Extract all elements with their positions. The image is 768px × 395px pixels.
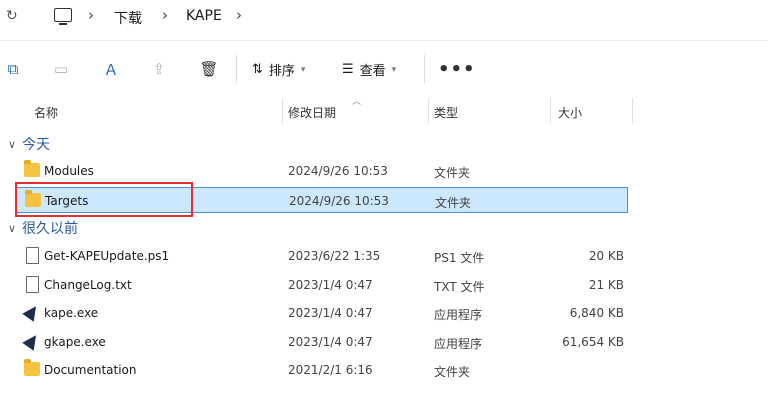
file-name: Modules: [44, 164, 94, 178]
file-name: ChangeLog.txt: [44, 278, 132, 292]
file-date: 2023/1/4 0:47: [288, 335, 373, 349]
column-header-size[interactable]: 大小: [558, 104, 582, 121]
this-pc-icon[interactable]: [54, 8, 72, 25]
chevron-right-icon[interactable]: ›: [88, 6, 94, 24]
file-size: 6,840 KB: [569, 306, 624, 320]
address-bar: ↻ › 下载 › KAPE ›: [0, 0, 768, 36]
sort-button[interactable]: ⇅ 排序 ▾: [252, 60, 305, 79]
paste-icon[interactable]: ▭: [52, 60, 70, 78]
file-type: PS1 文件: [434, 251, 485, 265]
file-row-get-kapeupdate[interactable]: Get-KAPEUpdate.ps1 2023/6/22 1:35 PS1 文件…: [16, 243, 628, 269]
file-size: 20 KB: [588, 249, 624, 263]
view-label: 查看: [359, 64, 386, 79]
chevron-right-icon[interactable]: ›: [236, 6, 242, 24]
file-type: 应用程序: [434, 337, 483, 351]
file-row-modules[interactable]: Modules 2024/9/26 10:53 文件夹: [16, 158, 628, 184]
file-icon: [26, 247, 39, 264]
folder-icon: [24, 359, 40, 376]
toolbar-divider: [424, 55, 425, 83]
group-header-long-ago[interactable]: ∨ 很久以前: [8, 218, 78, 238]
file-icon: [26, 276, 39, 293]
refresh-icon[interactable]: ↻: [6, 8, 18, 24]
sort-indicator-icon: ︿: [352, 97, 362, 107]
column-header-row: 名称 ︿ 修改日期 类型 大小: [0, 97, 768, 124]
column-divider[interactable]: [632, 98, 633, 124]
group-header-today[interactable]: ∨ 今天: [8, 134, 50, 154]
file-row-changelog[interactable]: ChangeLog.txt 2023/1/4 0:47 TXT 文件 21 KB: [16, 272, 628, 298]
sort-label: 排序: [268, 64, 295, 79]
more-options-button[interactable]: •••: [438, 59, 476, 80]
breadcrumb-kape[interactable]: KAPE: [186, 8, 222, 24]
file-date: 2023/1/4 0:47: [288, 306, 373, 320]
app-icon: [22, 331, 42, 351]
file-row-kape-exe[interactable]: kape.exe 2023/1/4 0:47 应用程序 6,840 KB: [16, 300, 628, 326]
file-date: 2023/6/22 1:35: [288, 249, 381, 263]
file-type: 文件夹: [434, 166, 471, 180]
group-label: 今天: [22, 137, 51, 153]
share-icon[interactable]: ⇪: [150, 60, 168, 78]
column-divider[interactable]: [428, 98, 429, 124]
file-type: 文件夹: [434, 365, 471, 379]
file-size: 61,654 KB: [562, 335, 624, 349]
file-size: 21 KB: [588, 278, 624, 292]
file-date: 2021/2/1 6:16: [288, 363, 373, 377]
file-date: 2024/9/26 10:53: [288, 164, 388, 178]
command-bar: ⧉ ▭ Ａ ⇪ 🗑 ⇅ 排序 ▾ ☰ 查看 ▾ •••: [0, 40, 768, 97]
toolbar-divider: [236, 55, 237, 83]
group-label: 很久以前: [22, 221, 79, 237]
file-row-gkape-exe[interactable]: gkape.exe 2023/1/4 0:47 应用程序 61,654 KB: [16, 329, 628, 355]
breadcrumb-downloads[interactable]: 下载: [114, 8, 142, 28]
column-divider[interactable]: [550, 98, 551, 124]
chevron-down-icon: ▾: [300, 64, 306, 75]
file-name: gkape.exe: [44, 335, 106, 349]
file-name: Documentation: [44, 363, 137, 377]
delete-icon[interactable]: 🗑: [199, 60, 218, 78]
column-header-type[interactable]: 类型: [434, 104, 458, 121]
sort-icon: ⇅: [252, 62, 263, 77]
column-divider[interactable]: [282, 98, 283, 124]
file-type: TXT 文件: [434, 280, 485, 294]
chevron-down-icon: ∨: [8, 137, 17, 151]
file-date: 2023/1/4 0:47: [288, 278, 373, 292]
chevron-right-icon[interactable]: ›: [162, 6, 168, 24]
folder-icon: [24, 160, 40, 177]
view-button[interactable]: ☰ 查看 ▾: [342, 60, 396, 79]
file-type: 应用程序: [434, 308, 483, 322]
file-name: kape.exe: [44, 306, 99, 320]
file-row-documentation[interactable]: Documentation 2021/2/1 6:16 文件夹: [16, 357, 628, 383]
column-header-date[interactable]: 修改日期: [288, 104, 336, 121]
view-icon: ☰: [342, 62, 354, 77]
file-date: 2024/9/26 10:53: [289, 194, 389, 208]
file-name: Get-KAPEUpdate.ps1: [44, 249, 170, 263]
column-header-name[interactable]: 名称: [34, 104, 58, 121]
chevron-down-icon: ∨: [8, 221, 17, 235]
copy-icon[interactable]: ⧉: [4, 60, 22, 78]
annotation-highlight-box: [15, 182, 193, 217]
rename-icon[interactable]: Ａ: [102, 60, 120, 79]
app-icon: [22, 302, 42, 322]
file-type: 文件夹: [435, 196, 472, 210]
chevron-down-icon: ▾: [391, 64, 397, 75]
